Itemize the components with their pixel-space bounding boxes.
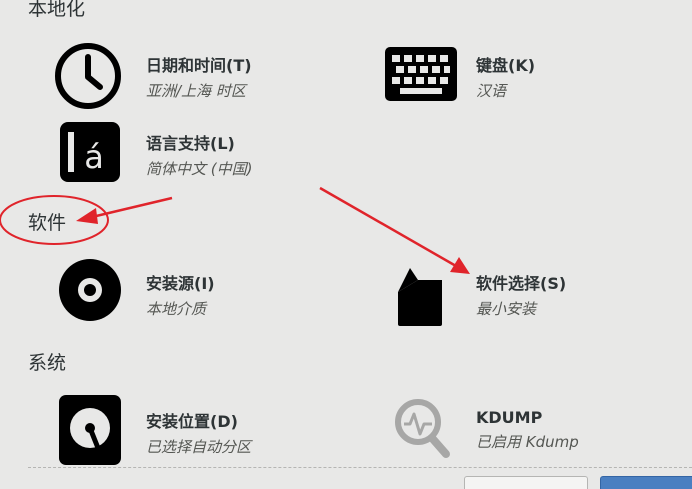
annotation-arrow-software-selection (319, 186, 470, 274)
annotation-overlay (0, 186, 470, 274)
